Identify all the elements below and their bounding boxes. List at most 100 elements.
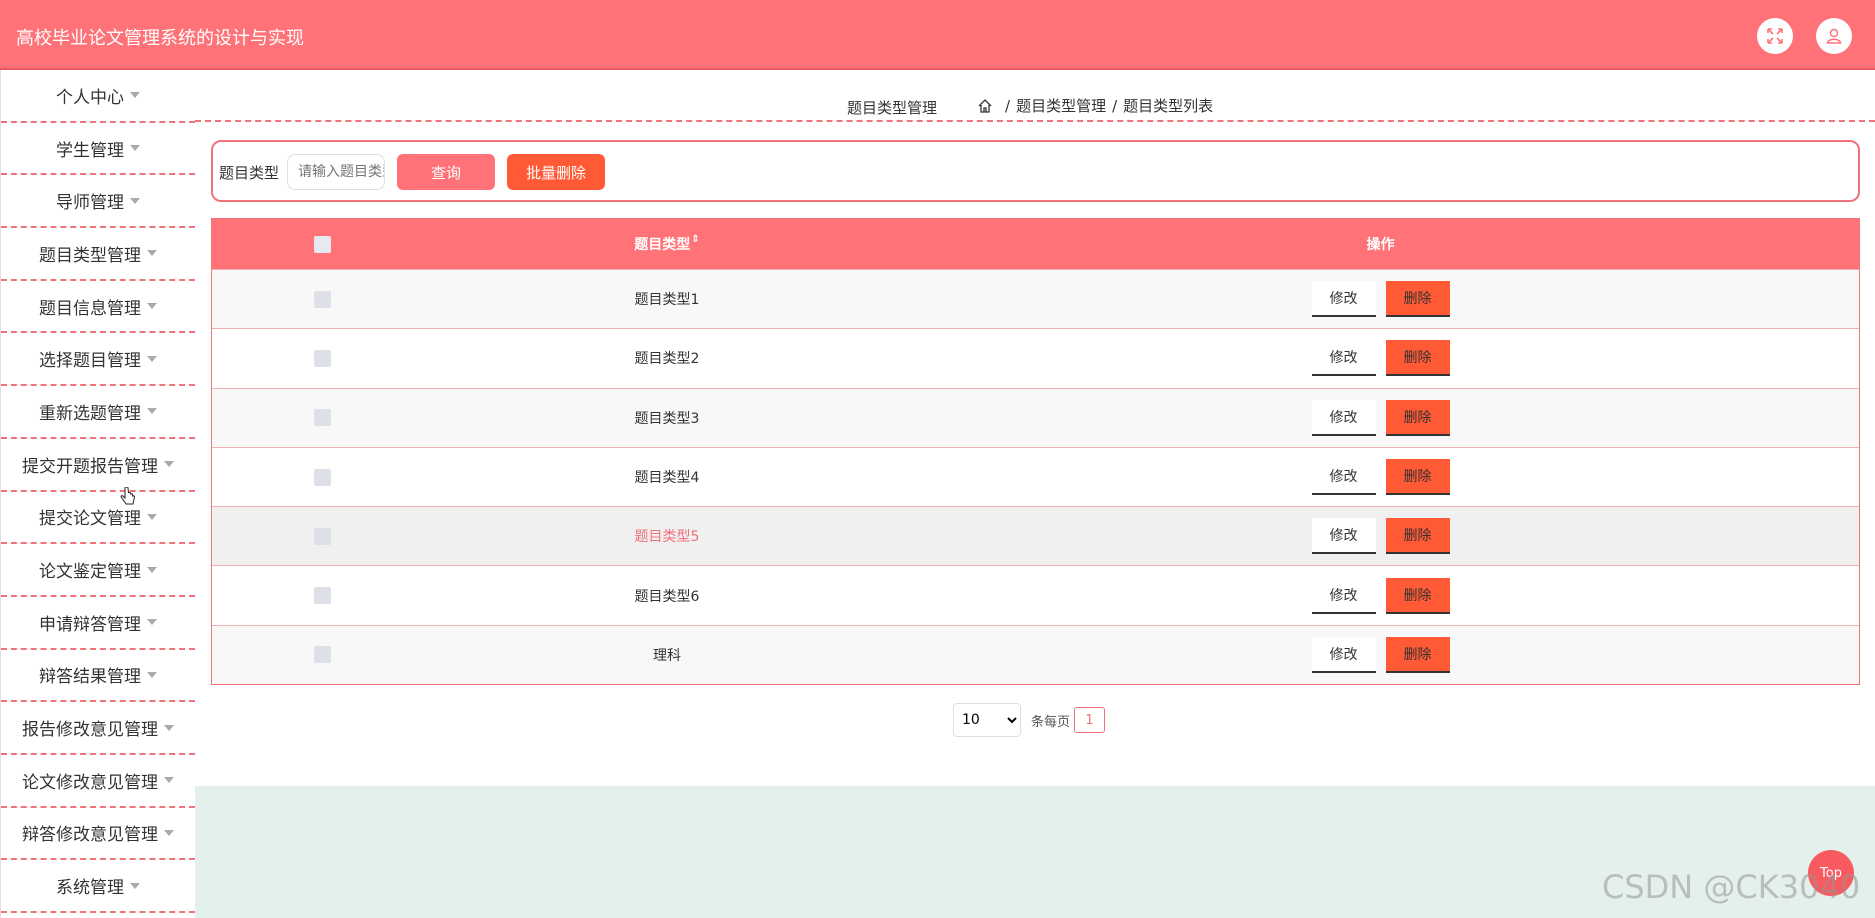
sidebar-item-label: 论文修改意见管理: [22, 772, 158, 793]
caret-down-icon: [130, 882, 140, 889]
delete-button[interactable]: 删除: [1385, 399, 1450, 436]
row-topic-type: 理科: [653, 647, 681, 664]
sidebar-item-label: 提交论文管理: [39, 509, 141, 530]
column-header-operations: 操作: [1366, 237, 1395, 253]
pagination: 10 条每页 1: [953, 703, 1106, 737]
edit-button[interactable]: 修改: [1311, 518, 1376, 555]
query-button[interactable]: 查询: [397, 154, 495, 190]
row-topic-type: 题目类型4: [634, 470, 700, 487]
edit-button[interactable]: 修改: [1311, 281, 1376, 318]
sidebar-item-report-revision[interactable]: 报告修改意见管理: [1, 702, 195, 755]
delete-button[interactable]: 删除: [1385, 340, 1450, 377]
sidebar-item-personal-center[interactable]: 个人中心: [1, 70, 195, 123]
caret-down-icon: [164, 777, 174, 784]
sidebar-item-submit-thesis[interactable]: 提交论文管理: [1, 492, 195, 545]
sidebar-item-label: 题目信息管理: [39, 298, 141, 319]
edit-button[interactable]: 修改: [1311, 340, 1376, 377]
row-topic-type: 题目类型3: [634, 410, 700, 427]
top-header: 高校毕业论文管理系统的设计与实现: [0, 0, 1875, 70]
breadcrumb-item-topic-list: 题目类型列表: [1123, 97, 1214, 115]
sidebar-item-label: 报告修改意见管理: [22, 720, 158, 741]
sidebar-item-tutors[interactable]: 导师管理: [1, 175, 195, 229]
breadcrumb-path: / 题目类型管理 / 题目类型列表: [977, 95, 1213, 116]
select-all-checkbox[interactable]: [313, 235, 331, 253]
edit-button[interactable]: 修改: [1311, 577, 1376, 614]
breadcrumb-separator: /: [1005, 96, 1011, 115]
caret-down-icon: [147, 619, 157, 626]
caret-down-icon: [130, 197, 140, 204]
delete-button[interactable]: 删除: [1385, 518, 1450, 555]
hand-cursor-icon: [120, 487, 136, 505]
sidebar-item-label: 题目类型管理: [39, 245, 141, 266]
row-topic-type: 题目类型2: [634, 351, 700, 368]
row-checkbox[interactable]: [313, 587, 331, 605]
search-form: 题目类型 查询 批量删除: [211, 140, 1860, 202]
sidebar-item-select-topic[interactable]: 选择题目管理: [1, 333, 195, 387]
caret-down-icon: [147, 355, 157, 362]
delete-button[interactable]: 删除: [1385, 577, 1450, 614]
delete-button[interactable]: 删除: [1385, 636, 1450, 673]
main-content: 题目类型管理 / 题目类型管理 / 题目类型列表 题目类型 查询 批量删除 题目…: [195, 70, 1875, 786]
sidebar-item-defense-revision[interactable]: 辩答修改意见管理: [1, 808, 195, 861]
page-size-select[interactable]: 10: [953, 703, 1021, 737]
table-row: 理科 修改 删除: [212, 624, 1859, 685]
sidebar-item-defense-result[interactable]: 辩答结果管理: [1, 650, 195, 703]
caret-down-icon: [147, 566, 157, 573]
user-icon: [1826, 28, 1842, 44]
home-icon[interactable]: [977, 98, 993, 114]
caret-down-icon: [164, 461, 174, 468]
app-title: 高校毕业论文管理系统的设计与实现: [16, 28, 304, 49]
row-checkbox[interactable]: [313, 527, 331, 545]
sidebar-item-topic-info[interactable]: 题目信息管理: [1, 281, 195, 334]
caret-down-icon: [130, 92, 140, 99]
caret-down-icon: [147, 303, 157, 310]
sidebar-menu: 个人中心 学生管理 导师管理 题目类型管理 题目信息管理 选择题目管理 重新选题…: [0, 70, 195, 918]
sidebar-item-system[interactable]: 系统管理: [1, 860, 195, 913]
delete-button[interactable]: 删除: [1385, 459, 1450, 496]
breadcrumb: 题目类型管理 / 题目类型管理 / 题目类型列表: [195, 90, 1875, 122]
table-row: 题目类型6 修改 删除: [212, 565, 1859, 625]
sidebar-item-label: 辩答修改意见管理: [22, 825, 158, 846]
sidebar-item-topic-types[interactable]: 题目类型管理: [1, 228, 195, 281]
fullscreen-button[interactable]: [1757, 18, 1793, 54]
delete-button[interactable]: 删除: [1385, 281, 1450, 318]
sidebar-item-label: 个人中心: [56, 87, 124, 108]
table-row: 题目类型4 修改 删除: [212, 446, 1859, 507]
topic-type-search-input[interactable]: [287, 154, 385, 190]
caret-down-icon: [164, 829, 174, 836]
edit-button[interactable]: 修改: [1311, 636, 1376, 673]
sidebar-item-reselect-topic[interactable]: 重新选题管理: [1, 386, 195, 439]
edit-button[interactable]: 修改: [1311, 459, 1376, 496]
row-checkbox[interactable]: [313, 409, 331, 427]
batch-delete-button[interactable]: 批量删除: [507, 154, 605, 190]
row-checkbox[interactable]: [313, 468, 331, 486]
user-button[interactable]: [1816, 18, 1852, 54]
row-checkbox[interactable]: [313, 646, 331, 664]
sidebar-item-thesis-revision[interactable]: 论文修改意见管理: [1, 755, 195, 808]
per-page-label: 条每页: [1031, 714, 1071, 730]
row-topic-type: 题目类型5: [634, 529, 700, 546]
sort-icon[interactable]: ⇕: [691, 234, 699, 254]
sidebar-item-label: 学生管理: [56, 140, 124, 161]
row-checkbox[interactable]: [313, 349, 331, 367]
column-header-label: 题目类型: [634, 237, 691, 253]
caret-down-icon: [164, 724, 174, 731]
table-header: 题目类型 ⇕ 操作: [212, 219, 1859, 269]
column-header-topic-type[interactable]: 题目类型 ⇕: [432, 234, 902, 254]
row-topic-type: 题目类型6: [634, 588, 700, 605]
page-number-button[interactable]: 1: [1074, 707, 1106, 733]
sidebar-item-opening-report[interactable]: 提交开题报告管理: [1, 439, 195, 492]
row-checkbox[interactable]: [313, 290, 331, 308]
sidebar-item-defense-application[interactable]: 申请辩答管理: [1, 597, 195, 650]
search-label: 题目类型: [219, 164, 280, 182]
watermark: CSDN @CK3040: [1602, 868, 1861, 906]
sidebar-item-label: 辩答结果管理: [39, 667, 141, 688]
sidebar-item-label: 申请辩答管理: [39, 614, 141, 635]
edit-button[interactable]: 修改: [1311, 399, 1376, 436]
sidebar-item-students[interactable]: 学生管理: [1, 123, 195, 176]
breadcrumb-item-topic-types[interactable]: 题目类型管理: [1016, 95, 1106, 116]
caret-down-icon: [147, 513, 157, 520]
sidebar-item-label: 系统管理: [56, 878, 124, 899]
caret-down-icon: [147, 408, 157, 415]
sidebar-item-thesis-appraisal[interactable]: 论文鉴定管理: [1, 544, 195, 597]
